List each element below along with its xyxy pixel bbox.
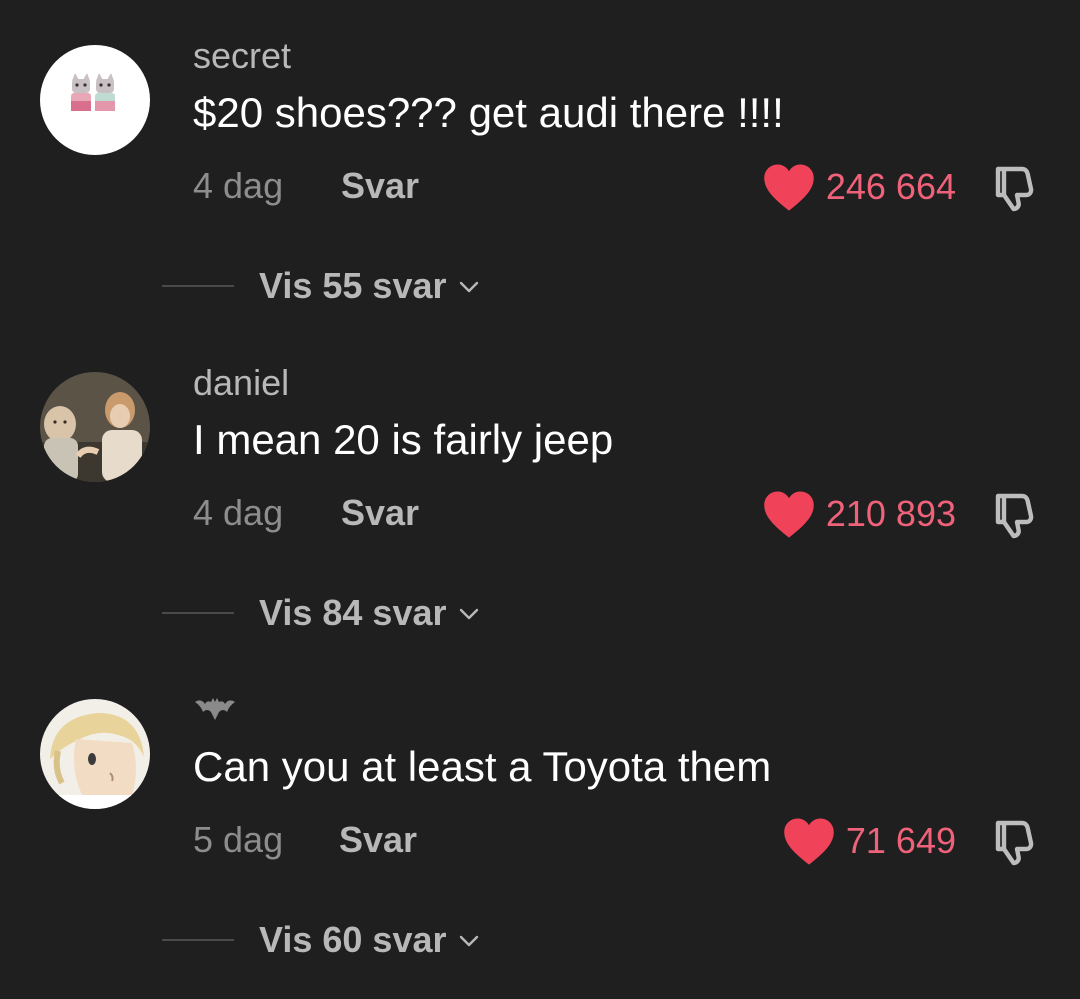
comment-item: daniel I mean 20 is fairly jeep 4 dag Sv…: [0, 327, 1080, 654]
like-group: 210 893: [762, 487, 1044, 541]
like-count: 71 649: [845, 820, 956, 861]
comment-text: $20 shoes??? get audi there !!!!: [193, 89, 784, 136]
comment-list: secret $20 shoes??? get audi there !!!! …: [0, 0, 1080, 999]
view-replies-button[interactable]: Vis 60 svar: [162, 918, 481, 962]
comment-timestamp: 5 dag: [193, 819, 284, 860]
like-count: 246 664: [825, 166, 956, 207]
comment-item: secret $20 shoes??? get audi there !!!! …: [0, 0, 1080, 327]
heart-icon[interactable]: [762, 162, 816, 212]
view-replies-label: Vis 84 svar: [259, 592, 447, 633]
like-count: 210 893: [825, 493, 956, 534]
replies-divider: [162, 285, 234, 287]
heart-icon[interactable]: [762, 489, 816, 539]
replies-divider: [162, 612, 234, 614]
like-group: 71 649: [782, 814, 1044, 868]
comment-timestamp: 4 dag: [193, 492, 284, 533]
view-replies-button[interactable]: Vis 55 svar: [162, 264, 481, 308]
reply-button[interactable]: Svar: [339, 820, 417, 860]
dislike-icon[interactable]: [992, 161, 1044, 213]
avatar-image: [40, 45, 150, 155]
avatar-image: [40, 372, 150, 482]
replies-divider: [162, 939, 234, 941]
chevron-down-icon: [459, 281, 478, 293]
view-replies-label: Vis 55 svar: [259, 265, 447, 306]
comment-text: I mean 20 is fairly jeep: [193, 416, 614, 463]
view-replies-label: Vis 60 svar: [259, 919, 447, 960]
bat-icon[interactable]: [193, 694, 237, 722]
chevron-down-icon: [459, 935, 478, 947]
dislike-icon[interactable]: [992, 815, 1044, 867]
username[interactable]: daniel: [193, 363, 289, 403]
reply-button[interactable]: Svar: [341, 493, 419, 533]
username[interactable]: secret: [193, 36, 291, 76]
avatar-image: [40, 699, 150, 809]
view-replies-button[interactable]: Vis 84 svar: [162, 591, 481, 635]
chevron-down-icon: [459, 608, 478, 620]
like-group: 246 664: [762, 160, 1044, 214]
comment-text: Can you at least a Toyota them: [193, 743, 772, 790]
comment-timestamp: 4 dag: [193, 165, 284, 206]
reply-button[interactable]: Svar: [341, 166, 419, 206]
comment-item: Can you at least a Toyota them 5 dag Sva…: [0, 654, 1080, 981]
dislike-icon[interactable]: [992, 488, 1044, 540]
avatar[interactable]: [40, 45, 150, 155]
avatar[interactable]: [40, 372, 150, 482]
avatar[interactable]: [40, 699, 150, 809]
heart-icon[interactable]: [782, 816, 836, 866]
